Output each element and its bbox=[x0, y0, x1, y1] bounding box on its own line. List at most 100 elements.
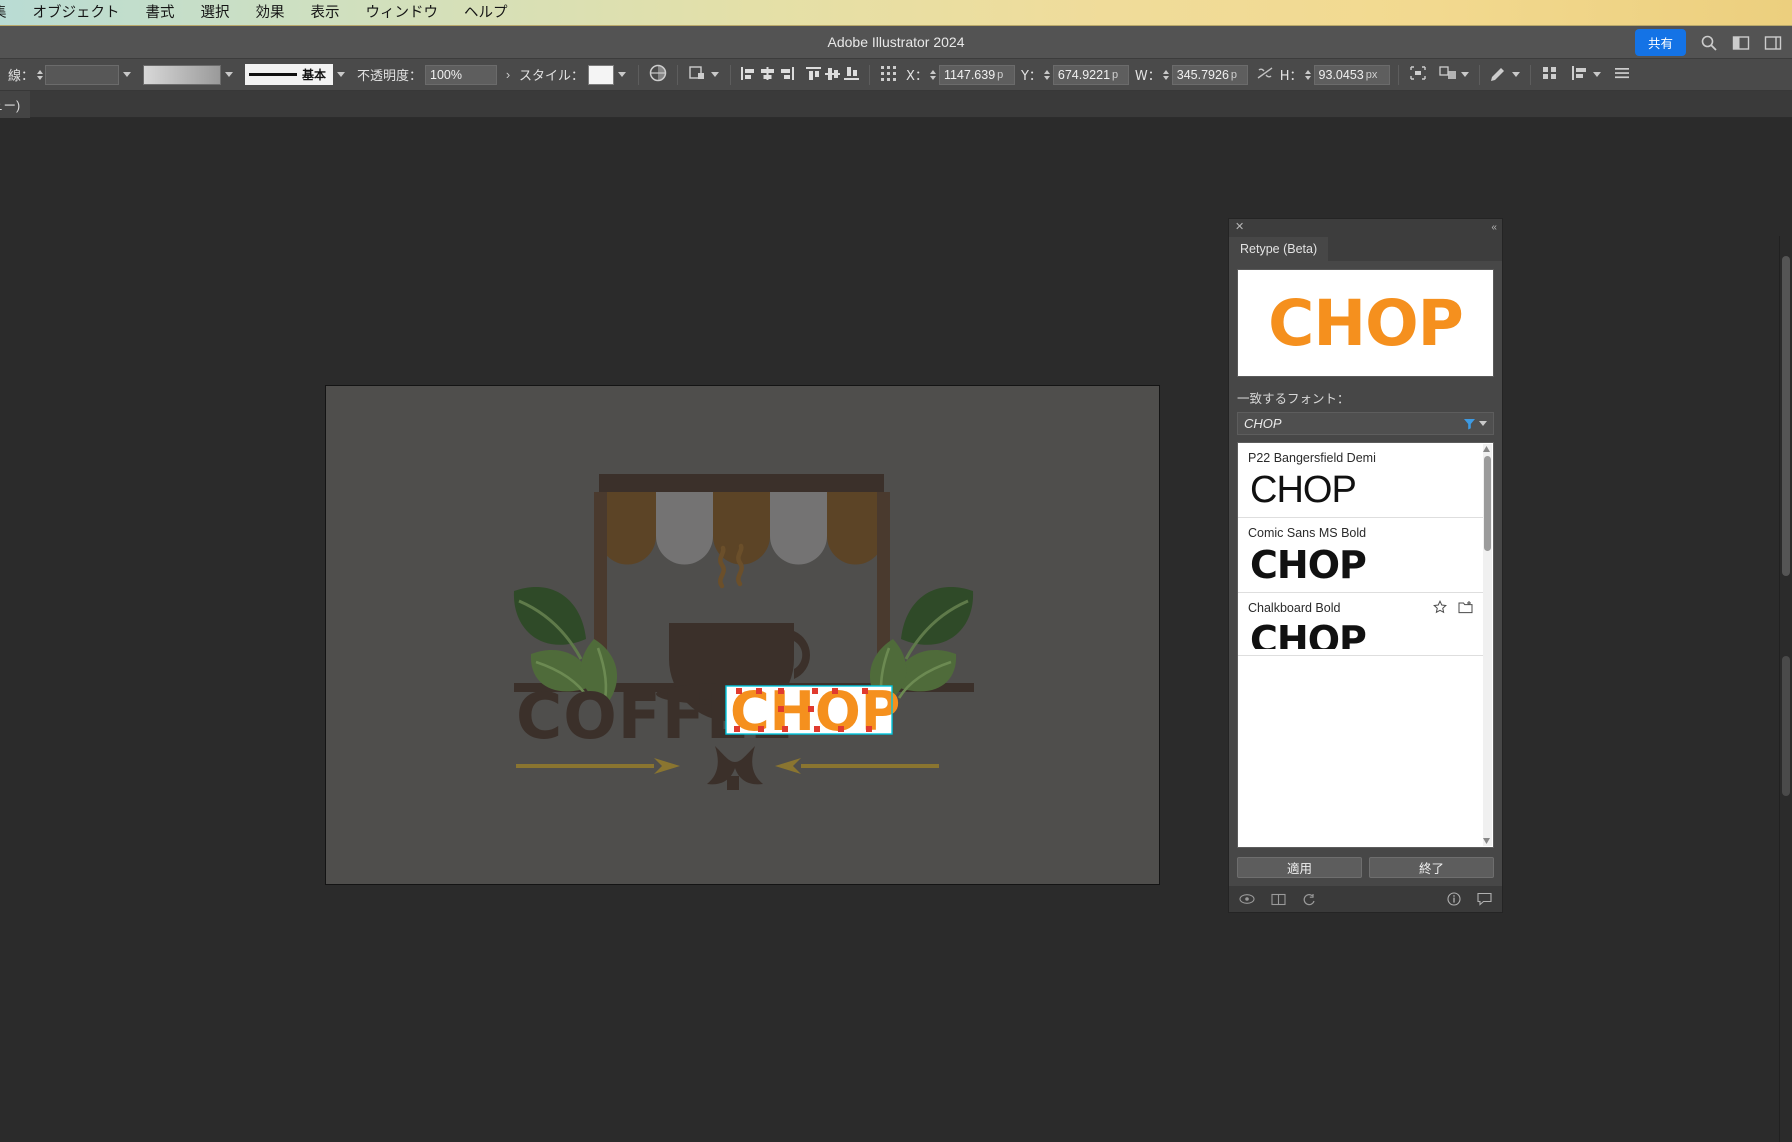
w-stepper[interactable] bbox=[1161, 66, 1172, 84]
y-value: 674.9221 bbox=[1057, 67, 1111, 82]
opacity-field[interactable]: 100% bbox=[425, 64, 498, 85]
style-dropdown-arrow[interactable] bbox=[614, 72, 630, 77]
constrain-proportions-icon[interactable] bbox=[1254, 63, 1276, 86]
font-name: P22 Bangersfield Demi bbox=[1248, 451, 1376, 465]
menu-edit[interactable]: 集 bbox=[0, 0, 20, 26]
collapse-panel-icon[interactable]: ‹‹ bbox=[1491, 222, 1497, 233]
reset-icon[interactable] bbox=[1302, 893, 1317, 906]
x-label: X： bbox=[906, 69, 928, 84]
w-value: 345.7926 bbox=[1176, 67, 1229, 82]
share-button[interactable]: 共有 bbox=[1634, 29, 1686, 56]
align-center-vertical-icon[interactable] bbox=[823, 65, 842, 85]
stroke-label: 線： bbox=[8, 69, 35, 84]
transform-dropdown-arrow[interactable] bbox=[708, 72, 722, 77]
artboards-dropdown-arrow[interactable] bbox=[1459, 72, 1471, 77]
filter-chevron-down-icon[interactable] bbox=[1479, 421, 1487, 426]
stroke-weight-field[interactable] bbox=[45, 64, 120, 85]
w-field[interactable]: 345.7926 p bbox=[1171, 64, 1248, 85]
feedback-icon[interactable] bbox=[1477, 892, 1492, 906]
transform-reference-point-icon[interactable] bbox=[878, 63, 900, 86]
h-field[interactable]: 93.0453 px bbox=[1313, 64, 1390, 85]
stroke-dropdown-arrow[interactable] bbox=[119, 72, 135, 77]
y-stepper[interactable] bbox=[1042, 66, 1053, 84]
fill-swatch[interactable] bbox=[143, 64, 222, 85]
font-list-item[interactable]: Chalkboard Bold CHOP bbox=[1238, 593, 1483, 656]
artboard[interactable]: COFFEE CHOP bbox=[325, 385, 1160, 885]
opacity-label: 不透明度： bbox=[357, 69, 423, 84]
stroke-profile-field[interactable]: 基本 bbox=[245, 64, 334, 85]
font-item-actions bbox=[1433, 599, 1473, 614]
stroke-weight-stepper[interactable] bbox=[34, 66, 45, 84]
panel-action-buttons: 適用 終了 bbox=[1229, 848, 1502, 886]
menu-view[interactable]: 表示 bbox=[298, 0, 353, 26]
apply-button[interactable]: 適用 bbox=[1237, 857, 1362, 878]
transform-panel-icon[interactable] bbox=[686, 63, 708, 86]
menu-effect[interactable]: 効果 bbox=[243, 0, 298, 26]
grid-view-icon[interactable] bbox=[1539, 63, 1561, 86]
arrange-documents-icon[interactable] bbox=[1732, 34, 1750, 52]
canvas-vertical-scrollbar[interactable] bbox=[1779, 236, 1792, 1142]
workspace-switcher-icon[interactable] bbox=[1764, 34, 1782, 52]
font-sample: CHOP bbox=[1250, 620, 1367, 649]
scroll-up-icon[interactable] bbox=[1482, 444, 1491, 454]
font-list-item[interactable]: P22 Bangersfield Demi CHOP bbox=[1238, 443, 1483, 518]
opacity-options-arrow[interactable]: › bbox=[497, 67, 519, 82]
x-stepper[interactable] bbox=[928, 66, 939, 84]
menu-select[interactable]: 選択 bbox=[188, 0, 243, 26]
panel-footer bbox=[1229, 886, 1502, 912]
menu-type[interactable]: 書式 bbox=[133, 0, 188, 26]
add-to-library-icon[interactable] bbox=[1458, 600, 1473, 614]
menu-object[interactable]: オブジェクト bbox=[20, 0, 133, 26]
align-center-horizontal-icon[interactable] bbox=[758, 65, 777, 85]
align-top-icon[interactable] bbox=[804, 65, 823, 85]
app-title: Adobe Illustrator 2024 bbox=[827, 34, 965, 50]
title-bar: Adobe Illustrator 2024 共有 bbox=[0, 26, 1792, 59]
fill-dropdown-arrow[interactable] bbox=[221, 72, 237, 77]
align-bottom-icon[interactable] bbox=[842, 65, 861, 85]
font-list-scrollbar[interactable] bbox=[1483, 444, 1492, 846]
menu-window[interactable]: ウィンドウ bbox=[353, 0, 452, 26]
style-label: スタイル： bbox=[519, 69, 585, 84]
distribute-spacing-icon[interactable] bbox=[1407, 63, 1429, 86]
artboards-icon[interactable] bbox=[1437, 63, 1459, 86]
title-bar-tools: 共有 bbox=[1634, 26, 1782, 59]
font-sample: CHOP bbox=[1250, 469, 1357, 511]
x-field[interactable]: 1147.639 p bbox=[938, 64, 1015, 85]
scrollbar-thumb-secondary[interactable] bbox=[1782, 656, 1790, 796]
panel-title-bar: ✕ ‹‹ bbox=[1229, 219, 1502, 236]
toggle-visibility-icon[interactable] bbox=[1239, 893, 1255, 905]
coffee-shop-logo-artwork[interactable]: COFFEE CHOP bbox=[326, 386, 1161, 886]
properties-menu-icon[interactable] bbox=[1611, 63, 1633, 86]
compare-view-icon[interactable] bbox=[1271, 893, 1286, 906]
font-list-scroll-thumb[interactable] bbox=[1484, 456, 1491, 551]
edit-toolbar-dropdown-arrow[interactable] bbox=[1510, 72, 1522, 77]
menu-help[interactable]: ヘルプ bbox=[451, 0, 521, 26]
align-panel-icon[interactable] bbox=[1569, 63, 1591, 86]
canvas-area[interactable]: COFFEE CHOP bbox=[0, 118, 1792, 1142]
edit-toolbar-icon[interactable] bbox=[1488, 63, 1510, 86]
retype-panel[interactable]: ✕ ‹‹ Retype (Beta) CHOP 一致するフォント： CHOP P… bbox=[1228, 218, 1503, 913]
matching-fonts-list[interactable]: P22 Bangersfield Demi CHOP Comic Sans MS… bbox=[1237, 442, 1494, 848]
font-list-item[interactable]: Comic Sans MS Bold CHOP bbox=[1238, 518, 1483, 593]
info-icon[interactable] bbox=[1447, 892, 1461, 906]
align-panel-dropdown-arrow[interactable] bbox=[1591, 72, 1603, 77]
graphic-style-swatch[interactable] bbox=[588, 64, 615, 85]
document-tab-bar: /プレビュー) bbox=[0, 90, 1792, 118]
favorite-star-icon[interactable] bbox=[1433, 599, 1447, 614]
font-search-row[interactable]: CHOP bbox=[1237, 412, 1494, 435]
profile-dropdown-arrow[interactable] bbox=[333, 72, 349, 77]
panel-tab-strip: Retype (Beta) bbox=[1229, 236, 1502, 261]
y-field[interactable]: 674.9221 p bbox=[1052, 64, 1129, 85]
search-icon[interactable] bbox=[1700, 34, 1718, 52]
close-icon[interactable]: ✕ bbox=[1235, 222, 1244, 233]
scrollbar-thumb[interactable] bbox=[1782, 256, 1790, 576]
filter-control[interactable] bbox=[1463, 417, 1487, 430]
h-stepper[interactable] bbox=[1303, 66, 1314, 84]
recolor-artwork-icon[interactable] bbox=[647, 63, 669, 86]
done-button[interactable]: 終了 bbox=[1369, 857, 1494, 878]
scroll-down-icon[interactable] bbox=[1482, 836, 1491, 846]
align-left-icon[interactable] bbox=[739, 65, 758, 85]
align-right-icon[interactable] bbox=[777, 65, 796, 85]
document-tab[interactable]: /プレビュー) bbox=[0, 90, 31, 118]
tab-retype-beta[interactable]: Retype (Beta) bbox=[1229, 237, 1329, 261]
